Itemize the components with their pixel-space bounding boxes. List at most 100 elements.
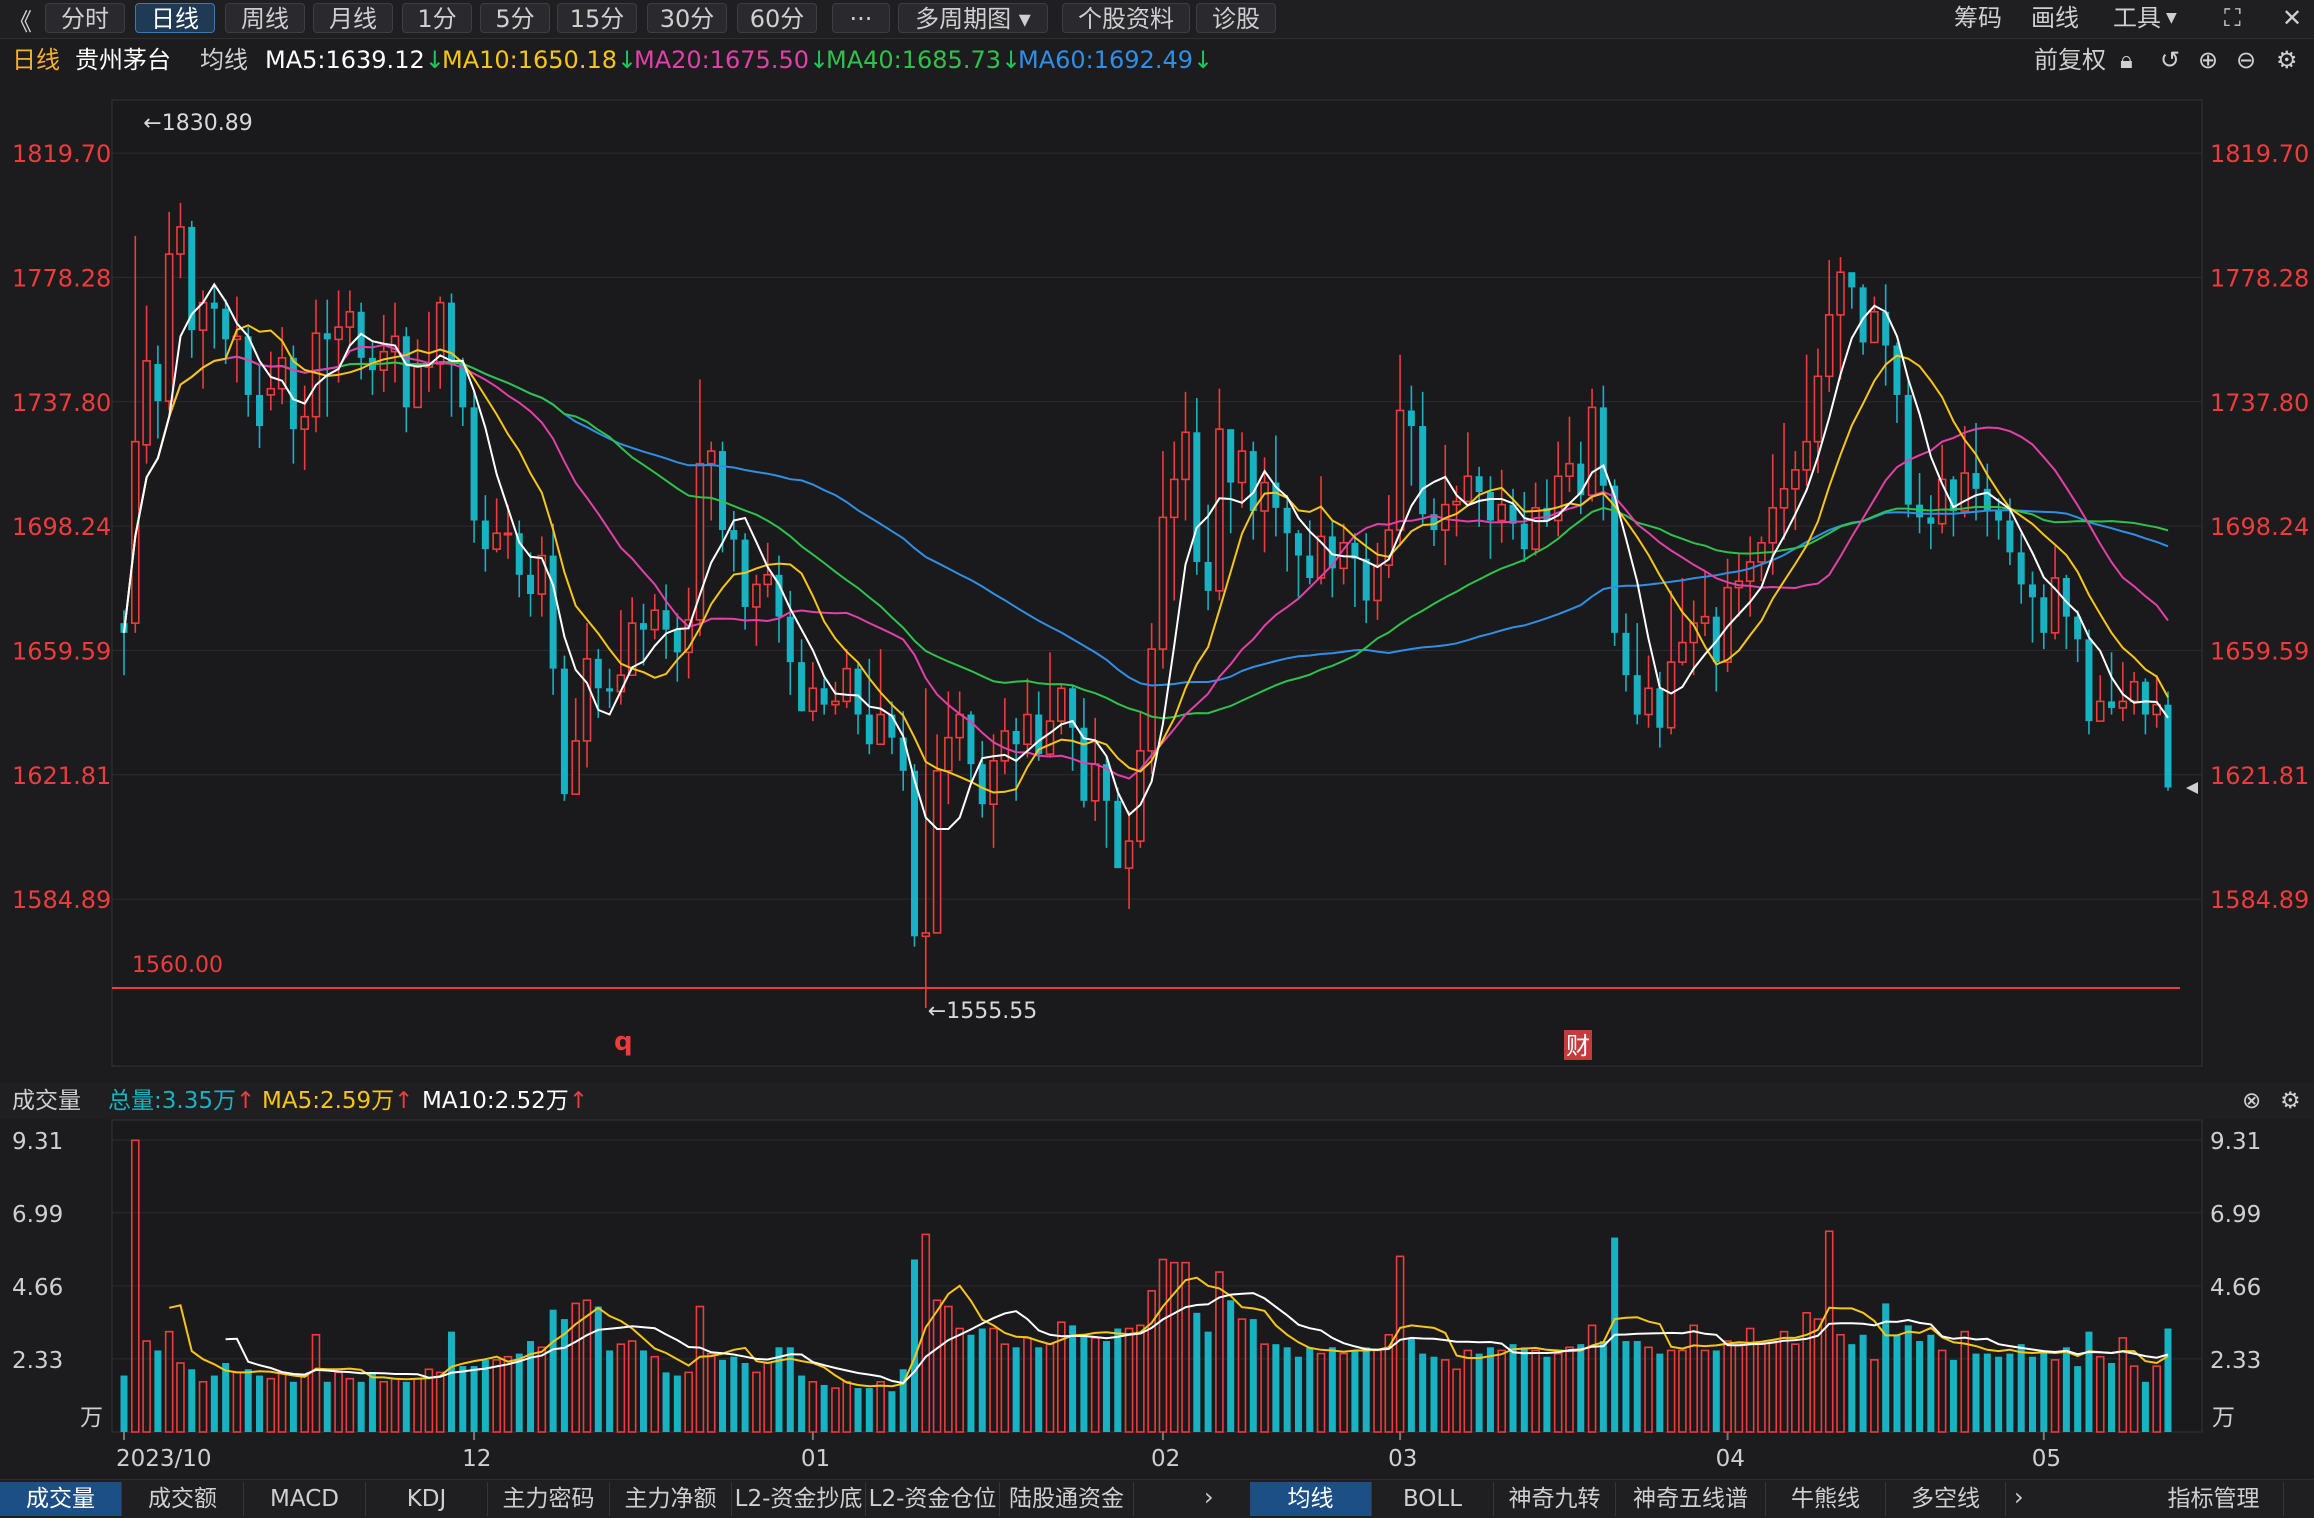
max-price-label: ←1830.89 — [143, 111, 252, 136]
overlay-tab-2[interactable]: 神奇九转 — [1494, 1482, 1616, 1516]
indicator-tab-1[interactable]: 成交额 — [122, 1482, 244, 1516]
volume-bar — [1012, 1347, 1020, 1432]
candle-body — [1678, 641, 1687, 663]
candle-body — [142, 360, 151, 446]
volume-bar — [481, 1359, 489, 1432]
volume-bar — [447, 1331, 455, 1432]
candle-body — [1587, 406, 1597, 496]
volume-bar — [256, 1375, 264, 1432]
volume-total: 总量:3.35万↑ — [108, 1088, 256, 1114]
volume-bar — [515, 1353, 523, 1432]
candle-body — [989, 760, 998, 805]
indicator-tab-0[interactable]: 成交量 — [0, 1482, 122, 1516]
candle-body — [2017, 552, 2025, 585]
candle-body — [1745, 561, 1755, 583]
volume-bar — [1622, 1341, 1630, 1432]
volume-bar — [188, 1369, 196, 1432]
candle-body — [1633, 675, 1641, 715]
candle-body — [1158, 516, 1168, 650]
candle-body — [2062, 577, 2070, 617]
candle-body — [1407, 410, 1415, 427]
candle-body — [2118, 700, 2128, 709]
indicator-tab-3[interactable]: KDJ — [366, 1482, 488, 1516]
candle-body — [537, 554, 547, 595]
volume-bar — [888, 1391, 896, 1432]
volume-bar — [1927, 1334, 1935, 1432]
price-panel — [111, 99, 2203, 1067]
volume-bar — [719, 1359, 727, 1432]
volume-bar — [222, 1362, 230, 1432]
candle-body — [481, 520, 489, 550]
candle-body — [1012, 731, 1020, 745]
candle-body — [1791, 469, 1800, 490]
candle-body — [1904, 394, 1912, 505]
indicator-gear-icon[interactable]: ⚙ — [2280, 1083, 2301, 1119]
candle-body — [582, 658, 592, 742]
candle-body — [1577, 463, 1585, 496]
indicator-tab-2[interactable]: MACD — [244, 1482, 366, 1516]
volume-bar — [1283, 1347, 1291, 1432]
volume-tick-label: 2.33 — [2210, 1348, 2261, 1374]
candle-body — [571, 740, 581, 795]
chevron-right-icon[interactable]: › — [2014, 1483, 2024, 1511]
volume-bar — [1520, 1347, 1528, 1432]
overlay-tab-0[interactable]: 均线 — [1250, 1482, 1372, 1516]
indicator-tab-5[interactable]: 主力净额 — [610, 1482, 732, 1516]
candle-body — [1475, 476, 1483, 493]
volume-bar — [2164, 1328, 2172, 1432]
overlay-tab-6[interactable]: 指标管理 — [2144, 1482, 2284, 1516]
candle-body — [560, 668, 568, 795]
candle-body — [921, 932, 931, 938]
volume-bar — [549, 1309, 557, 1432]
candle-body — [1520, 523, 1528, 550]
volume-bar — [470, 1366, 478, 1432]
indicator-tab-6[interactable]: L2-资金抄底 — [732, 1482, 866, 1516]
price-tick-label: 1819.70 — [12, 140, 111, 168]
overlay-tab-1[interactable]: BOLL — [1372, 1482, 1494, 1516]
candle-body — [730, 530, 738, 540]
volume-bar — [210, 1375, 218, 1432]
kline-chart[interactable]: 1819.70 1819.70 1778.28 1778.28 1737.80 1737.… — [0, 0, 2314, 1517]
candle-body — [2095, 700, 2105, 722]
candle-body — [323, 333, 331, 340]
time-tick-label: 02 — [1151, 1446, 1180, 1472]
candle-body — [2141, 681, 2149, 715]
volume-bar — [368, 1372, 376, 1432]
candle-body — [1916, 504, 1924, 518]
candle-body — [345, 310, 355, 328]
overlay-tab-5[interactable]: 多空线 — [1886, 1482, 2006, 1516]
candle-body — [2108, 701, 2116, 708]
candle-body — [763, 573, 772, 586]
candle-body — [831, 700, 840, 706]
candle-body — [1700, 615, 1710, 624]
candle-body — [752, 583, 761, 608]
volume-bar — [1362, 1347, 1370, 1432]
candle-body — [1169, 478, 1179, 519]
volume-bar — [2028, 1356, 2036, 1432]
indicator-tab-7[interactable]: L2-资金仓位 — [866, 1482, 1000, 1516]
candle-body — [650, 609, 660, 631]
volume-title[interactable]: 成交量 — [12, 1083, 81, 1119]
volume-bar — [978, 1328, 986, 1432]
candle-body — [470, 407, 478, 521]
volume-bar — [854, 1388, 862, 1432]
candle-body — [1497, 503, 1507, 522]
overlay-tab-3[interactable]: 神奇五线谱 — [1616, 1482, 1766, 1516]
candle-body — [1836, 271, 1845, 316]
candle-body — [1306, 555, 1314, 578]
chevron-right-icon[interactable]: › — [1204, 1483, 1214, 1511]
overlay-tab-4[interactable]: 牛熊线 — [1766, 1482, 1886, 1516]
candle-body — [459, 363, 467, 408]
candle-body — [1193, 432, 1201, 562]
close-indicator-icon[interactable]: ⊗ — [2242, 1083, 2261, 1119]
candle-body — [944, 736, 953, 772]
volume-bar — [2006, 1353, 2014, 1432]
volume-bar — [1599, 1341, 1607, 1432]
candle-body — [1090, 763, 1100, 802]
time-tick-label: 04 — [1716, 1446, 1745, 1472]
candle-body — [854, 668, 862, 715]
indicator-tab-8[interactable]: 陆股通资金 — [1000, 1482, 1134, 1516]
time-tick-label: 01 — [801, 1446, 830, 1472]
indicator-tab-4[interactable]: 主力密码 — [488, 1482, 610, 1516]
candle-body — [1893, 345, 1901, 395]
